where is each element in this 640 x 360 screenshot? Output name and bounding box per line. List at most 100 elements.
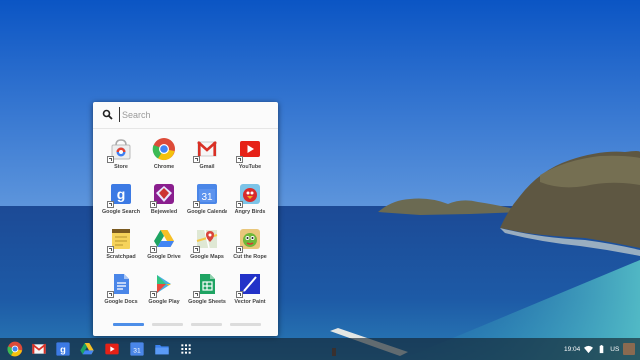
app-label: YouTube xyxy=(238,164,262,170)
shelf-gmail-button[interactable] xyxy=(31,341,47,357)
avatar xyxy=(623,343,636,355)
clock: 19:04 xyxy=(564,345,581,353)
input-language: US xyxy=(610,345,620,353)
app-label: Google Docs xyxy=(104,299,138,305)
app-label: Google Search xyxy=(101,209,141,215)
chrome-icon xyxy=(7,341,23,357)
folder-icon xyxy=(155,345,169,355)
shortcut-badge-icon xyxy=(193,246,200,253)
app-google-play[interactable]: Google Play xyxy=(144,269,184,314)
app-grid: Store Chrome Gmail YouTube g Google Sear… xyxy=(101,134,271,314)
google-drive-icon xyxy=(150,227,176,253)
shortcut-badge-icon xyxy=(150,201,157,208)
app-label: Vector Paint xyxy=(234,299,266,305)
app-launcher-panel: Store Chrome xyxy=(93,102,278,336)
shortcut-badge-icon xyxy=(236,291,243,298)
app-label: Google Calendar xyxy=(187,209,227,215)
shelf-google-drive-button[interactable] xyxy=(79,341,95,357)
shortcut-badge-icon xyxy=(236,156,243,163)
google-search-icon: g xyxy=(107,182,133,208)
google-maps-icon xyxy=(193,227,219,253)
google-calendar-icon: 31 xyxy=(193,182,219,208)
app-google-search[interactable]: g Google Search xyxy=(101,179,141,224)
shortcut-badge-icon xyxy=(193,291,200,298)
apps-grid-icon xyxy=(181,344,191,354)
page-dot-3[interactable] xyxy=(191,323,222,326)
app-google-docs[interactable]: Google Docs xyxy=(101,269,141,314)
app-label: Bejeweled xyxy=(150,209,178,215)
app-bejeweled[interactable]: Bejeweled xyxy=(144,179,184,224)
shortcut-badge-icon xyxy=(150,246,157,253)
web-store-icon xyxy=(107,137,133,163)
shelf-google-calendar-button[interactable]: 31 xyxy=(129,341,145,357)
shelf: g 31 xyxy=(0,338,640,360)
app-youtube[interactable]: YouTube xyxy=(230,134,270,179)
page-indicator xyxy=(113,323,263,326)
app-google-calendar[interactable]: 31 Google Calendar xyxy=(187,179,227,224)
app-cut-the-rope[interactable]: Cut the Rope xyxy=(230,224,270,269)
bejeweled-icon xyxy=(150,182,176,208)
app-scratchpad[interactable]: Scratchpad xyxy=(101,224,141,269)
angry-birds-icon xyxy=(236,182,262,208)
chrome-icon xyxy=(152,137,176,161)
app-label: Gmail xyxy=(199,164,215,170)
app-label: Chrome xyxy=(153,164,175,170)
gmail-icon xyxy=(31,343,47,354)
app-label: Google Play xyxy=(148,299,180,305)
app-vector-paint[interactable]: Vector Paint xyxy=(230,269,270,314)
app-label: Google Maps xyxy=(190,254,224,260)
page-dot-1[interactable] xyxy=(113,323,144,326)
battery-icon xyxy=(599,344,604,353)
shortcut-badge-icon xyxy=(107,201,114,208)
shortcut-badge-icon xyxy=(107,246,114,253)
google-drive-icon xyxy=(80,343,94,355)
app-google-maps[interactable]: Google Maps xyxy=(187,224,227,269)
google-play-icon xyxy=(150,272,176,298)
shortcut-badge-icon xyxy=(236,246,243,253)
shortcut-badge-icon xyxy=(107,156,114,163)
app-label: Google Sheets xyxy=(188,299,226,305)
svg-text:g: g xyxy=(117,186,126,202)
shelf-google-search-button[interactable]: g xyxy=(55,341,71,357)
app-gmail[interactable]: Gmail xyxy=(187,134,227,179)
app-chrome[interactable]: Chrome xyxy=(144,134,184,179)
google-docs-icon xyxy=(107,272,133,298)
shelf-files-button[interactable] xyxy=(154,341,170,357)
app-label: Google Drive xyxy=(147,254,181,260)
app-label: Store xyxy=(114,164,128,170)
svg-text:31: 31 xyxy=(133,347,141,354)
app-google-drive[interactable]: Google Drive xyxy=(144,224,184,269)
vector-paint-icon xyxy=(236,272,262,298)
cut-the-rope-icon xyxy=(236,227,262,253)
google-search-icon: g xyxy=(56,342,70,356)
app-angry-birds[interactable]: Angry Birds xyxy=(230,179,270,224)
gmail-icon xyxy=(193,137,219,163)
search-bar xyxy=(93,102,278,129)
page-dot-2[interactable] xyxy=(152,323,183,326)
shortcut-badge-icon xyxy=(193,201,200,208)
shelf-chrome-button[interactable] xyxy=(7,341,23,357)
shortcut-badge-icon xyxy=(150,291,157,298)
app-google-sheets[interactable]: Google Sheets xyxy=(187,269,227,314)
page-dot-4[interactable] xyxy=(230,323,261,326)
google-sheets-icon xyxy=(193,272,219,298)
youtube-icon xyxy=(105,343,119,355)
shelf-youtube-button[interactable] xyxy=(104,341,120,357)
scratchpad-icon xyxy=(107,227,133,253)
app-label: Angry Birds xyxy=(234,209,266,215)
wifi-icon xyxy=(584,345,594,353)
search-icon xyxy=(102,109,113,120)
shortcut-badge-icon xyxy=(236,201,243,208)
svg-text:g: g xyxy=(60,344,66,354)
app-label: Scratchpad xyxy=(106,254,136,260)
shelf-app-launcher-button[interactable] xyxy=(178,341,194,357)
app-store[interactable]: Store xyxy=(101,134,141,179)
youtube-icon xyxy=(236,137,262,163)
google-calendar-icon: 31 xyxy=(130,342,144,356)
app-label: Cut the Rope xyxy=(233,254,267,260)
status-tray[interactable]: 19:04 US xyxy=(560,340,640,358)
search-input[interactable] xyxy=(119,107,272,122)
shortcut-badge-icon xyxy=(193,156,200,163)
shortcut-badge-icon xyxy=(107,291,114,298)
svg-text:31: 31 xyxy=(201,192,213,203)
